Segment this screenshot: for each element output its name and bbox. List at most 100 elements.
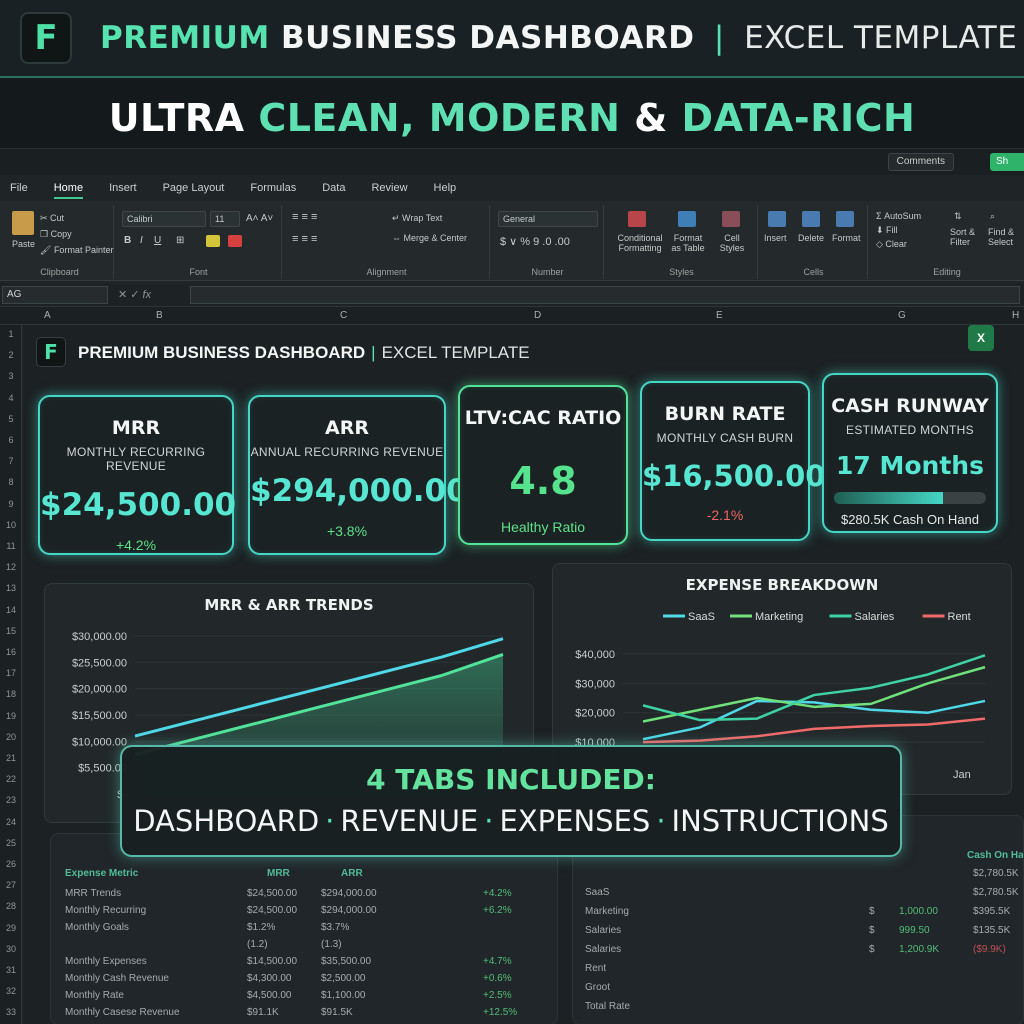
table-cell[interactable]: MRR (267, 868, 290, 879)
row-header[interactable]: 23 (0, 795, 22, 805)
table-cell[interactable]: $91.1K (247, 1007, 279, 1018)
row-header[interactable]: 9 (0, 499, 22, 509)
table-cell[interactable]: $4,300.00 (247, 973, 292, 984)
row-header[interactable]: 22 (0, 774, 22, 784)
table-cell[interactable]: Monthly Recurring (65, 905, 146, 916)
menu-insert[interactable]: Insert (109, 177, 137, 199)
cell-styles-button[interactable]: Cell Styles (712, 233, 752, 253)
row-header[interactable]: 3 (0, 371, 22, 381)
row-header[interactable]: 8 (0, 477, 22, 487)
table-cell[interactable]: SaaS (585, 887, 609, 898)
table-cell[interactable]: +6.2% (483, 905, 512, 916)
row-header[interactable]: 31 (0, 965, 22, 975)
formula-buttons[interactable]: ✕ ✓ fx (118, 288, 151, 301)
font-color-icon[interactable] (228, 235, 242, 247)
merge-center-button[interactable]: ⇔ Merge & Center (392, 233, 467, 243)
menu-home[interactable]: Home (53, 177, 84, 199)
row-header[interactable]: 16 (0, 647, 22, 657)
sort-filter-button[interactable]: Sort & Filter (950, 227, 984, 247)
share-button[interactable]: Sh (990, 153, 1024, 171)
column-header[interactable]: E (716, 310, 723, 321)
table-cell[interactable]: (1.2) (247, 939, 268, 950)
table-cell[interactable]: $ (869, 925, 875, 936)
fill-color-icon[interactable] (206, 235, 220, 247)
table-cell[interactable]: $1.2% (247, 922, 275, 933)
menu-page-layout[interactable]: Page Layout (163, 177, 225, 199)
table-cell[interactable]: Monthly Casese Revenue (65, 1007, 180, 1018)
find-icon[interactable]: ⌕ (990, 211, 995, 222)
table-cell[interactable]: $ (869, 906, 875, 917)
format-table-button[interactable]: Format as Table (668, 233, 708, 253)
table-cell[interactable]: $ (869, 944, 875, 955)
table-cell[interactable]: $14,500.00 (247, 956, 297, 967)
borders-icon[interactable]: ⊞ (176, 235, 184, 246)
row-header[interactable]: 26 (0, 859, 22, 869)
column-header[interactable]: G (898, 310, 906, 321)
row-header[interactable]: 5 (0, 414, 22, 424)
row-header[interactable]: 12 (0, 562, 22, 572)
row-header[interactable]: 14 (0, 605, 22, 615)
sort-filter-icon[interactable]: ⇅ (954, 211, 962, 222)
row-header[interactable]: 19 (0, 711, 22, 721)
menu-review[interactable]: Review (371, 177, 407, 199)
paste-button[interactable]: Paste (12, 239, 35, 249)
clear-button[interactable]: ◇ Clear (876, 239, 907, 250)
format-button[interactable]: Format (832, 233, 861, 243)
find-select-button[interactable]: Find & Select (988, 227, 1024, 247)
autosum-button[interactable]: Σ AutoSum (876, 211, 921, 221)
table-cell[interactable]: $4,500.00 (247, 990, 292, 1001)
table-cell[interactable]: (1.3) (321, 939, 342, 950)
table-cell[interactable]: Salaries (585, 925, 621, 936)
row-header[interactable]: 28 (0, 901, 22, 911)
table-cell[interactable]: +12.5% (483, 1007, 517, 1018)
table-cell[interactable]: $294,000.00 (321, 888, 377, 899)
row-header[interactable]: 32 (0, 986, 22, 996)
row-header[interactable]: 29 (0, 923, 22, 933)
wrap-text-button[interactable]: ↵ Wrap Text (392, 213, 442, 224)
table-cell[interactable]: $294,000.00 (321, 905, 377, 916)
paste-icon[interactable] (12, 211, 34, 235)
column-header[interactable]: D (534, 310, 541, 321)
conditional-formatting-icon[interactable] (628, 211, 646, 227)
row-header[interactable]: 15 (0, 626, 22, 636)
align-left-icons[interactable]: ≡ ≡ ≡ (292, 233, 317, 245)
table-cell[interactable]: Expense Metric (65, 868, 138, 879)
row-header[interactable]: 21 (0, 753, 22, 763)
comments-button[interactable]: Comments (887, 153, 954, 171)
insert-cells-icon[interactable] (768, 211, 786, 227)
table-cell[interactable]: $2,500.00 (321, 973, 366, 984)
row-header[interactable]: 17 (0, 668, 22, 678)
row-header[interactable]: 27 (0, 880, 22, 890)
table-cell[interactable]: +2.5% (483, 990, 512, 1001)
conditional-formatting-button[interactable]: Conditional Formatting (610, 233, 670, 253)
row-header[interactable]: 24 (0, 817, 22, 827)
row-header[interactable]: 11 (0, 541, 22, 551)
format-table-icon[interactable] (678, 211, 696, 227)
copy-button[interactable]: ❐ Copy (40, 229, 72, 240)
table-cell[interactable]: $3.7% (321, 922, 349, 933)
table-cell[interactable]: MRR Trends (65, 888, 121, 899)
table-cell[interactable]: Cash On Hand (967, 850, 1023, 861)
bold-button[interactable]: B (124, 235, 131, 246)
row-header[interactable]: 18 (0, 689, 22, 699)
row-header[interactable]: 10 (0, 520, 22, 530)
font-size-select[interactable]: 11 (210, 211, 240, 227)
row-header[interactable]: 13 (0, 583, 22, 593)
menu-formulas[interactable]: Formulas (250, 177, 296, 199)
table-cell[interactable]: $91.5K (321, 1007, 353, 1018)
table-cell[interactable]: $35,500.00 (321, 956, 371, 967)
table-cell[interactable]: 1,000.00 (899, 906, 938, 917)
number-format-icons[interactable]: $ ∨ % 9 .0 .00 (500, 235, 570, 248)
column-header[interactable]: H (1012, 310, 1019, 321)
row-header[interactable]: 2 (0, 350, 22, 360)
menu-file[interactable]: File (10, 177, 28, 199)
table-cell[interactable]: Monthly Goals (65, 922, 129, 933)
table-cell[interactable]: $2,780.5K (973, 868, 1019, 879)
table-cell[interactable]: +4.2% (483, 888, 512, 899)
table-cell[interactable]: ARR (341, 868, 363, 879)
fill-button[interactable]: ⬇ Fill (876, 225, 898, 236)
table-cell[interactable]: Monthly Cash Revenue (65, 973, 169, 984)
format-painter-button[interactable]: 🖌 Format Painter (40, 245, 113, 256)
row-header[interactable]: 20 (0, 732, 22, 742)
name-box[interactable]: AG (2, 286, 108, 304)
